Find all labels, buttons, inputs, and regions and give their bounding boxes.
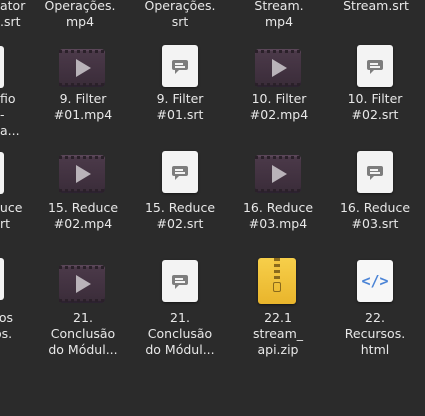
video-file-icon[interactable] [255,155,301,193]
file-label[interactable]: 10. Filter [335,91,415,107]
zipper-icon [274,258,280,282]
file-label[interactable]: #02.mp4 [38,216,128,232]
document-file-icon[interactable] [0,152,4,194]
file-label[interactable]: os. [0,326,12,342]
file-label[interactable]: Stream. [240,0,318,14]
play-icon [76,165,91,183]
file-label[interactable]: #02.srt [335,107,415,123]
file-label[interactable]: .srt [0,14,21,30]
video-file-icon[interactable] [255,49,301,87]
file-label[interactable]: Stream.srt [337,0,415,14]
file-label[interactable]: #02.mp4 [239,107,319,123]
file-label[interactable]: fio [0,91,16,107]
video-file-icon[interactable] [59,155,105,193]
file-label[interactable]: Operações. [44,0,116,14]
video-file-icon[interactable] [59,265,105,303]
file-label[interactable]: api.zip [233,342,323,358]
speech-bubble-icon [367,60,383,74]
subtitle-file-icon[interactable] [357,45,393,87]
file-label[interactable]: a... [0,123,20,139]
file-label[interactable]: 9. Filter [44,91,122,107]
subtitle-file-icon[interactable] [162,151,198,193]
play-icon [272,165,287,183]
subtitle-file-icon[interactable] [357,151,393,193]
file-label[interactable]: #01.srt [141,107,219,123]
file-label[interactable]: mp4 [240,14,318,30]
zipper-pull-icon [273,282,281,292]
file-label[interactable]: 15. Reduce [38,200,128,216]
file-label[interactable]: html [330,342,420,358]
document-file-icon[interactable] [0,258,4,300]
file-label[interactable]: do Módul... [135,342,225,358]
file-label[interactable]: Operações. [141,0,219,14]
file-label[interactable]: do Módul... [38,342,128,358]
file-label[interactable]: srt [141,14,219,30]
speech-bubble-icon [172,60,188,74]
speech-bubble-icon [172,166,188,180]
file-label[interactable]: 22.1 [233,310,323,326]
play-icon [76,275,91,293]
file-label[interactable]: - [0,107,5,123]
zip-archive-icon[interactable] [258,258,296,304]
file-label[interactable]: #03.mp4 [233,216,323,232]
html-file-icon[interactable]: </> [357,260,393,302]
file-label[interactable]: #02.srt [135,216,225,232]
speech-bubble-icon [367,166,383,180]
file-label[interactable]: 10. Filter [239,91,319,107]
file-label[interactable]: 16. Reduce [233,200,323,216]
subtitle-file-icon[interactable] [162,45,198,87]
file-label[interactable]: rt [0,216,10,232]
file-label[interactable]: 21. [135,310,225,326]
file-label[interactable]: #03.srt [330,216,420,232]
file-label[interactable]: Conclusão [135,326,225,342]
file-label[interactable]: #01.mp4 [44,107,122,123]
file-label[interactable]: duce [0,200,22,216]
file-label[interactable]: 21. [38,310,128,326]
subtitle-file-icon[interactable] [162,260,198,302]
play-icon [272,59,287,77]
file-label[interactable]: ator [0,0,25,14]
file-label[interactable]: 16. Reduce [330,200,420,216]
file-label[interactable]: stream_ [233,326,323,342]
file-label[interactable]: 15. Reduce [135,200,225,216]
file-label[interactable]: Conclusão [38,326,128,342]
file-label[interactable]: 22. [330,310,420,326]
file-label[interactable]: 9. Filter [141,91,219,107]
play-icon [76,59,91,77]
video-file-icon[interactable] [59,49,105,87]
document-file-icon[interactable] [0,46,4,88]
speech-bubble-icon [172,275,188,289]
file-label[interactable]: ros [0,310,13,326]
file-label[interactable]: Recursos. [330,326,420,342]
file-label[interactable]: mp4 [44,14,116,30]
